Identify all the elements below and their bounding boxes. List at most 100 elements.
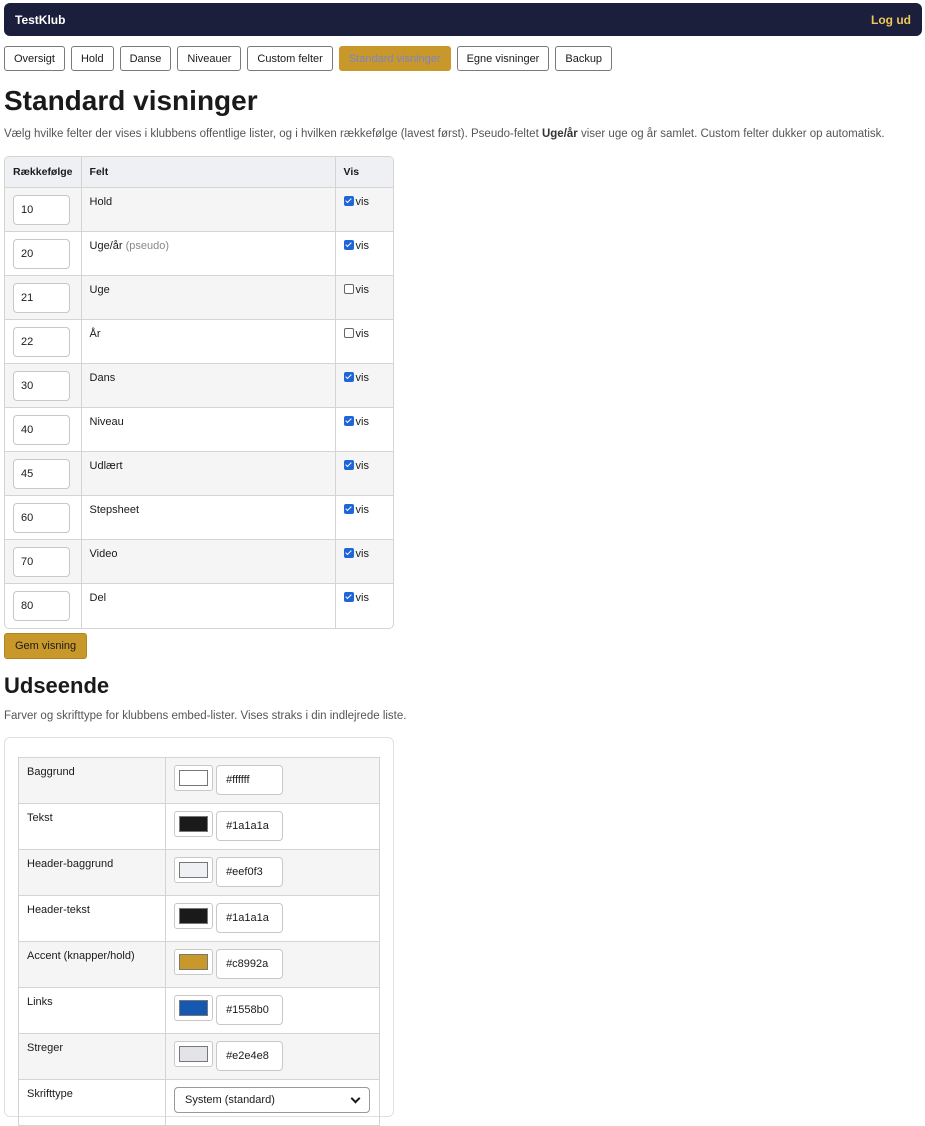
color-picker[interactable] [174, 857, 213, 883]
show-cell: vis [335, 452, 393, 496]
show-cell: vis [336, 584, 393, 628]
hex-input[interactable]: #1558b0 [216, 995, 284, 1025]
color-picker[interactable] [174, 903, 213, 929]
hex-input[interactable]: #e2e4e8 [216, 1041, 284, 1071]
hex-input[interactable]: #ffffff [216, 765, 284, 795]
nav-niveauer[interactable]: Niveauer [177, 46, 242, 71]
color-swatch [179, 862, 208, 878]
field-name: Uge [89, 284, 110, 296]
show-cell: vis [335, 188, 393, 232]
color-swatch [179, 770, 208, 786]
nav-standard-visninger[interactable]: Standard visninger [338, 46, 451, 71]
field-cell: Udlært [81, 452, 336, 496]
color-picker[interactable] [174, 949, 213, 975]
column-header-order: Rækkefølge [5, 157, 82, 188]
nav-danse[interactable]: Danse [119, 46, 172, 71]
table-row: Uge/år (pseudo) vis [5, 232, 393, 276]
checkbox-checked-icon[interactable] [343, 196, 354, 206]
field-name: År [89, 328, 101, 340]
color-swatch [179, 954, 208, 970]
color-picker[interactable] [174, 1041, 213, 1067]
color-picker[interactable] [174, 995, 213, 1021]
appearance-title: Udseende [4, 673, 110, 698]
checkbox-checked-icon[interactable] [343, 504, 354, 514]
field-name: Niveau [89, 416, 124, 428]
font-select-value: System (standard) [185, 1094, 275, 1106]
checkbox-unchecked-icon[interactable] [343, 284, 354, 294]
nav-backup[interactable]: Backup [555, 46, 613, 71]
appearance-label: Header-baggrund [27, 858, 114, 870]
field-cell: Uge/år (pseudo) [81, 232, 336, 276]
page-title: Standard visninger [4, 85, 258, 116]
description-bold: Uge/år [541, 128, 578, 140]
show-label: vis [355, 548, 369, 560]
order-input[interactable] [13, 547, 70, 577]
appearance-description: Farver og skrifttype for klubbens embed-… [4, 710, 407, 722]
show-cell: vis [335, 540, 393, 584]
show-cell: vis [335, 408, 393, 452]
column-header-field: Felt [81, 157, 336, 188]
checkbox-checked-icon[interactable] [343, 592, 354, 602]
nav-egne-visninger[interactable]: Egne visninger [456, 46, 550, 71]
appearance-row: Header-baggrund #eef0f3 [18, 849, 380, 896]
appearance-row-font: Skrifttype System (standard) [18, 1079, 380, 1126]
field-cell: Hold [81, 188, 336, 232]
order-cell [5, 232, 82, 276]
show-cell: vis [335, 320, 393, 364]
color-swatch [179, 816, 208, 832]
order-cell [5, 364, 82, 408]
order-cell [5, 540, 82, 584]
hex-input[interactable]: #eef0f3 [216, 857, 284, 887]
appearance-row: Baggrund #ffffff [18, 757, 380, 804]
appearance-label: Links [27, 996, 53, 1008]
checkbox-checked-icon[interactable] [343, 460, 354, 470]
appearance-value-cell: System (standard) [165, 1079, 380, 1126]
order-input[interactable] [13, 591, 70, 621]
appearance-row: Streger #e2e4e8 [18, 1033, 380, 1080]
order-input[interactable] [13, 283, 70, 313]
checkbox-checked-icon[interactable] [343, 372, 354, 382]
checkbox-checked-icon[interactable] [343, 240, 354, 250]
order-input[interactable] [13, 459, 70, 489]
table-row: Hold vis [5, 188, 393, 232]
nav-hold[interactable]: Hold [70, 46, 114, 71]
show-cell: vis [335, 364, 393, 408]
hex-input[interactable]: #c8992a [216, 949, 284, 979]
pseudo-tag: (pseudo) [125, 240, 170, 252]
show-label: vis [355, 240, 369, 252]
nav-custom-felter[interactable]: Custom felter [247, 46, 333, 71]
table-row: Dans vis [5, 364, 393, 408]
field-cell: Stepsheet [81, 496, 336, 540]
show-label: vis [355, 504, 369, 516]
field-cell: Niveau [81, 408, 336, 452]
font-select[interactable]: System (standard) [174, 1087, 370, 1113]
checkbox-checked-icon[interactable] [343, 548, 354, 558]
order-input[interactable] [13, 415, 70, 445]
table-row: Niveau vis [5, 408, 393, 452]
hex-input[interactable]: #1a1a1a [216, 903, 284, 933]
order-input[interactable] [13, 327, 70, 357]
field-name: Video [89, 548, 118, 560]
order-input[interactable] [13, 503, 70, 533]
checkbox-checked-icon[interactable] [343, 416, 354, 426]
show-label: vis [355, 372, 369, 384]
appearance-label: Streger [27, 1042, 64, 1054]
show-label: vis [355, 196, 369, 208]
order-input[interactable] [13, 371, 70, 401]
field-name: Dans [89, 372, 116, 384]
order-input[interactable] [13, 239, 70, 269]
color-picker[interactable] [174, 811, 213, 837]
field-name: Stepsheet [89, 504, 140, 516]
order-cell [5, 320, 82, 364]
appearance-label-cell: Links [18, 987, 166, 1034]
logout-link[interactable]: Log ud [871, 13, 911, 27]
checkbox-unchecked-icon[interactable] [343, 328, 354, 338]
color-picker[interactable] [174, 765, 213, 791]
appearance-label-cell: Header-tekst [18, 895, 166, 942]
nav-oversigt[interactable]: Oversigt [4, 46, 65, 71]
order-input[interactable] [13, 195, 70, 225]
field-name: Udlært [89, 460, 123, 472]
save-view-button[interactable]: Gem visning [4, 633, 88, 659]
field-name: Uge/år [89, 240, 123, 252]
hex-input[interactable]: #1a1a1a [216, 811, 284, 841]
